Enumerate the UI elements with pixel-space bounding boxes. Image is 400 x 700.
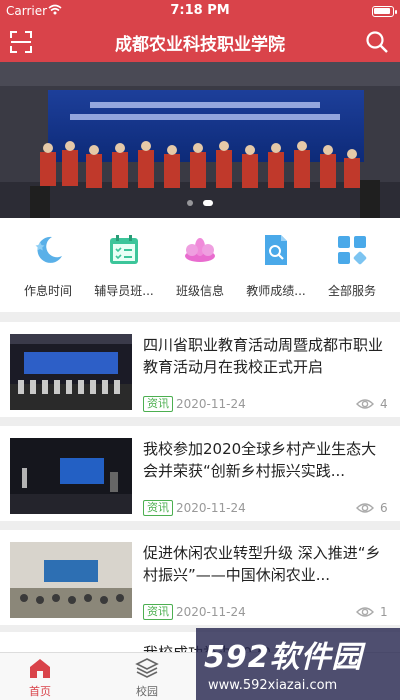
quick-item-teacher-grades[interactable]: 教师成绩...: [236, 232, 316, 299]
news-thumbnail: [10, 542, 132, 618]
eye-icon: [356, 607, 374, 617]
news-view-count: 4: [380, 397, 388, 411]
document-search-icon: [265, 235, 287, 265]
quick-item-all-services[interactable]: 全部服务: [312, 232, 392, 299]
moon-star-icon: [35, 236, 62, 263]
quick-item-label: 教师成绩...: [246, 284, 306, 298]
news-title: 促进休闲农业转型升级 深入推进“乡村振兴”——中国休闲农业...: [143, 544, 381, 584]
battery-icon: [372, 6, 397, 17]
grid-icon: [338, 236, 367, 265]
watermark-url: www.592xiazai.com: [208, 678, 338, 693]
lotus-icon: [185, 238, 215, 262]
news-tag: 资讯: [143, 500, 173, 516]
news-title: 四川省职业教育活动周暨成都市职业教育活动月在我校正式开启: [143, 336, 384, 376]
eye-icon: [356, 399, 374, 409]
eye-icon: [356, 503, 374, 513]
news-item[interactable]: 四川省职业教育活动周暨成都市职业教育活动月在我校正式开启 资讯 2020-11-…: [0, 322, 400, 417]
watermark-overlay: 592软件园 www.592xiazai.com: [196, 628, 400, 700]
news-tag: 资讯: [143, 396, 173, 412]
home-icon: [30, 659, 50, 678]
quick-item-label: 班级信息: [175, 284, 224, 298]
tab-campus[interactable]: 校园: [107, 657, 187, 699]
carousel-dot-active[interactable]: [202, 200, 213, 206]
tab-label: 首页: [29, 685, 51, 698]
news-thumbnail: [10, 334, 132, 410]
quick-item-class-info[interactable]: 班级信息: [160, 232, 240, 299]
news-date: 2020-11-24: [176, 605, 246, 619]
quick-item-label: 全部服务: [327, 284, 376, 298]
app-header: 成都农业科技职业学院: [0, 22, 400, 62]
news-view-count: 6: [380, 501, 388, 515]
quick-item-label: 辅导员班...: [94, 284, 154, 298]
status-bar: Carrier 7:18 PM: [0, 0, 400, 22]
news-thumbnail: [10, 438, 132, 514]
tab-home[interactable]: 首页: [0, 657, 80, 699]
layers-icon: [135, 658, 159, 678]
clock: 7:18 PM: [170, 3, 230, 18]
news-tag: 资讯: [143, 604, 173, 620]
banner-carousel[interactable]: [0, 62, 400, 218]
page-title: 成都农业科技职业学院: [115, 35, 285, 55]
quick-item-label: 作息时间: [23, 284, 72, 298]
news-item[interactable]: 促进休闲农业转型升级 深入推进“乡村振兴”——中国休闲农业... 资讯 2020…: [0, 530, 400, 625]
news-date: 2020-11-24: [176, 397, 246, 411]
tab-label: 校园: [136, 685, 158, 698]
news-item[interactable]: 我校参加2020全球乡村产业生态大会并荣获“创新乡村振兴实践... 资讯 202…: [0, 426, 400, 521]
carousel-dot[interactable]: [187, 200, 194, 206]
news-view-count: 1: [380, 605, 388, 619]
quick-item-counselor[interactable]: 辅导员班...: [84, 232, 164, 299]
news-title: 我校参加2020全球乡村产业生态大会并荣获“创新乡村振兴实践...: [143, 440, 377, 480]
search-icon[interactable]: [364, 29, 390, 55]
quick-menu: 作息时间 辅导员班... 班级信息 教师成绩... 全部服务: [0, 218, 400, 312]
calendar-check-icon: [110, 235, 138, 264]
news-date: 2020-11-24: [176, 501, 246, 515]
news-list: 四川省职业教育活动周暨成都市职业教育活动月在我校正式开启 资讯 2020-11-…: [0, 322, 400, 652]
carousel-indicators[interactable]: [0, 191, 400, 210]
watermark-logo: 592软件园: [204, 640, 363, 675]
quick-item-schedule[interactable]: 作息时间: [8, 232, 88, 299]
